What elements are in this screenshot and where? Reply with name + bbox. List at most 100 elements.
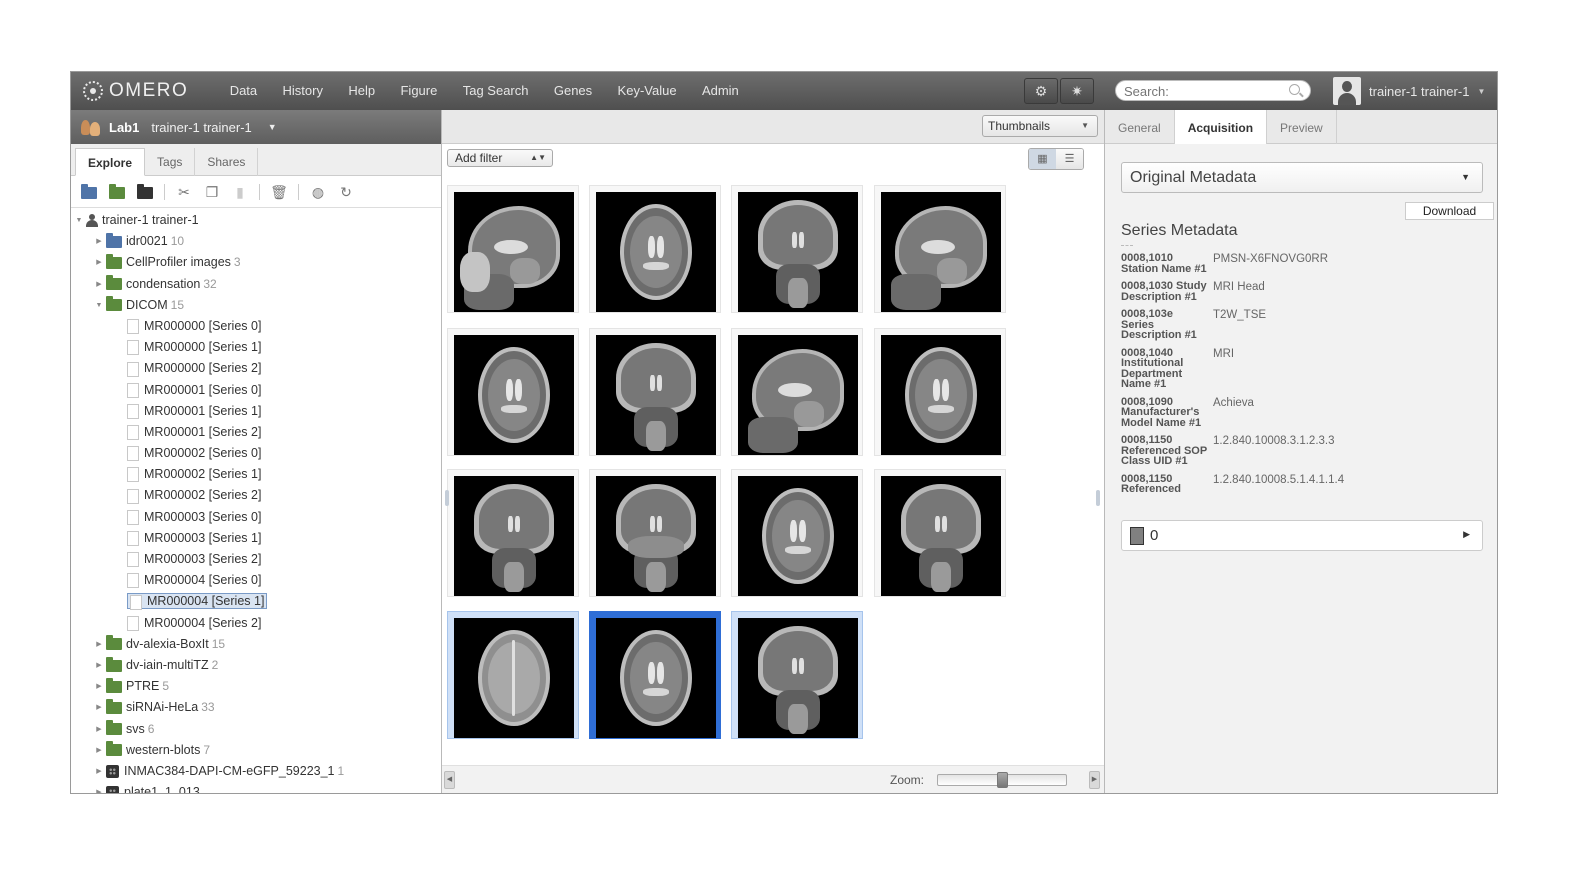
expand-right-icon[interactable]: ▶ — [95, 697, 103, 718]
expand-right-icon[interactable]: ▶ — [95, 740, 103, 761]
tree-image-item[interactable]: MR000002 [Series 0] — [71, 443, 441, 464]
expand-right-icon[interactable]: ▶ — [95, 761, 103, 782]
expand-right-icon[interactable]: ▶ — [95, 634, 103, 655]
expand-down-icon[interactable]: ▼ — [75, 210, 83, 231]
cut-icon[interactable]: ✂ — [172, 181, 196, 203]
group-selector[interactable]: Lab1 trainer-1 trainer-1 ▼ — [71, 110, 441, 144]
channel-row[interactable]: 0 ▶ — [1121, 520, 1483, 551]
download-button[interactable]: Download — [1405, 202, 1494, 220]
tree-item-content[interactable]: siRNAi-HeLa — [106, 699, 198, 714]
group-name[interactable]: Lab1 — [109, 120, 139, 135]
tree-project-item[interactable]: ▶ idr0021 10 — [71, 231, 441, 252]
tree-plate-item[interactable]: ▶ INMAC384-DAPI-CM-eGFP_59223_1 1 — [71, 761, 441, 782]
tab-preview[interactable]: Preview — [1267, 110, 1337, 144]
image-thumbnail[interactable] — [589, 611, 721, 739]
add-filter-select[interactable]: Add filter ▲▼ — [447, 149, 553, 167]
tree-user-node[interactable]: ▼ trainer-1 trainer-1 — [71, 210, 441, 231]
tree-dataset-item[interactable]: ▶ CellProfiler images 3 — [71, 252, 441, 273]
new-screen-icon[interactable] — [133, 181, 157, 203]
new-project-icon[interactable] — [77, 181, 101, 203]
tab-tags[interactable]: Tags — [145, 148, 196, 176]
tree-dataset-item[interactable]: ▶ siRNAi-HeLa 33 — [71, 697, 441, 718]
expand-right-icon[interactable]: ▶ — [95, 274, 103, 295]
nav-help[interactable]: Help — [336, 72, 388, 110]
expand-right-icon[interactable]: ▶ — [95, 676, 103, 697]
tree-item-content[interactable]: PTRE — [106, 677, 159, 693]
tree-item-content[interactable]: MR000001 [Series 1] — [127, 404, 261, 419]
expand-right-icon[interactable]: ▶ — [95, 719, 103, 740]
tab-explore[interactable]: Explore — [75, 148, 146, 176]
expand-right-icon[interactable]: ▶ — [95, 782, 103, 793]
collapse-left-icon[interactable]: ◀ — [444, 771, 455, 789]
tree-dataset-item[interactable]: ▶ condensation 32 — [71, 274, 441, 295]
tree-dataset-item[interactable]: ▼ DICOM 15 — [71, 295, 441, 316]
tree-item-content[interactable]: MR000000 [Series 0] — [127, 319, 261, 335]
tree-image-item[interactable]: MR000000 [Series 2] — [71, 358, 441, 379]
image-thumbnail[interactable] — [589, 469, 721, 597]
tree-item-content[interactable]: MR000004 [Series 0] — [127, 573, 261, 589]
tree-item-content[interactable]: MR000000 [Series 1] — [127, 340, 261, 356]
new-dataset-icon[interactable] — [105, 181, 129, 203]
tree-item-content[interactable]: condensation — [106, 275, 200, 291]
tree-item-content[interactable]: idr0021 — [106, 232, 168, 248]
tree-image-item[interactable]: MR000002 [Series 2] — [71, 485, 441, 506]
collapse-right-icon[interactable]: ▶ — [1089, 771, 1100, 789]
image-thumbnail[interactable] — [447, 469, 579, 597]
tree-image-item[interactable]: MR000001 [Series 2] — [71, 422, 441, 443]
nav-genes[interactable]: Genes — [541, 72, 605, 110]
tree-image-item[interactable]: MR000004 [Series 2] — [71, 613, 441, 634]
tree-dataset-item[interactable]: ▶ dv-iain-multiTZ 2 — [71, 655, 441, 676]
paste-icon[interactable]: ▮ — [228, 181, 252, 203]
tree-image-item[interactable]: MR000003 [Series 1] — [71, 528, 441, 549]
tree-item-content[interactable]: CellProfiler images — [106, 254, 231, 269]
tree-item-content[interactable]: plate1_1_013 — [106, 785, 200, 793]
tree-plate-item[interactable]: ▶ plate1_1_013 — [71, 782, 441, 793]
tree-image-item[interactable]: MR000000 [Series 1] — [71, 337, 441, 358]
tree-image-item[interactable]: MR000000 [Series 0] — [71, 316, 441, 337]
expand-right-icon[interactable]: ▶ — [95, 655, 103, 676]
group-user[interactable]: trainer-1 trainer-1 — [151, 120, 251, 135]
image-thumbnail[interactable] — [731, 611, 863, 739]
tree-item-content[interactable]: svs — [106, 720, 145, 736]
tab-general[interactable]: General — [1105, 110, 1175, 144]
image-thumbnail[interactable] — [589, 185, 721, 313]
image-thumbnail[interactable] — [447, 611, 579, 739]
copy-icon[interactable]: ❐ — [200, 181, 224, 203]
nav-admin[interactable]: Admin — [689, 72, 751, 110]
right-splitter-handle[interactable] — [1096, 490, 1100, 506]
tree-item-content[interactable]: MR000003 [Series 2] — [127, 552, 261, 568]
tree-item-content[interactable]: MR000000 [Series 2] — [127, 361, 261, 377]
nav-tag-search[interactable]: Tag Search — [450, 72, 541, 110]
tree-item-content[interactable]: MR000002 [Series 1] — [127, 467, 261, 483]
tree-image-item[interactable]: MR000001 [Series 0] — [71, 380, 441, 401]
tree-item-content[interactable]: dv-iain-multiTZ — [106, 656, 209, 672]
tree-item-content[interactable]: MR000002 [Series 0] — [127, 446, 261, 462]
omero-logo[interactable]: OMERO — [83, 80, 188, 102]
nav-history[interactable]: History — [270, 72, 336, 110]
refresh-icon[interactable]: ↻ — [334, 181, 358, 203]
tree-item-content[interactable]: MR000004 [Series 2] — [127, 616, 261, 631]
tree-image-item[interactable]: MR000004 [Series 0] — [71, 570, 441, 591]
delete-icon[interactable]: 🗑 — [267, 181, 291, 203]
tree-image-item[interactable]: MR000004 [Series 1] — [71, 591, 441, 612]
view-mode-select[interactable]: Thumbnails ▼ — [982, 115, 1098, 137]
channel-color-swatch[interactable] — [1130, 527, 1144, 545]
tree-image-item[interactable]: MR000003 [Series 0] — [71, 507, 441, 528]
tree-item-content[interactable]: trainer-1 trainer-1 — [86, 213, 199, 228]
tree-dataset-item[interactable]: ▶ dv-alexia-BoxIt 15 — [71, 634, 441, 655]
chevron-down-icon[interactable]: ▼ — [1477, 87, 1485, 96]
chevron-down-icon[interactable]: ▼ — [268, 122, 277, 132]
user-name[interactable]: trainer-1 trainer-1 — [1369, 84, 1469, 99]
user-menu[interactable]: trainer-1 trainer-1 ▼ — [1333, 72, 1485, 110]
tree-item-content[interactable]: MR000001 [Series 0] — [127, 383, 261, 398]
image-thumbnail[interactable] — [731, 469, 863, 597]
image-thumbnail[interactable] — [874, 185, 1006, 313]
nav-figure[interactable]: Figure — [388, 72, 450, 110]
tab-acquisition[interactable]: Acquisition — [1174, 110, 1268, 144]
tree-image-item[interactable]: MR000001 [Series 1] — [71, 401, 441, 422]
search-box[interactable] — [1115, 80, 1311, 101]
expand-right-icon[interactable]: ▶ — [95, 231, 103, 252]
search-icon[interactable] — [1289, 84, 1300, 95]
left-splitter-handle[interactable] — [445, 490, 449, 506]
tree-dataset-item[interactable]: ▶ svs 6 — [71, 719, 441, 740]
